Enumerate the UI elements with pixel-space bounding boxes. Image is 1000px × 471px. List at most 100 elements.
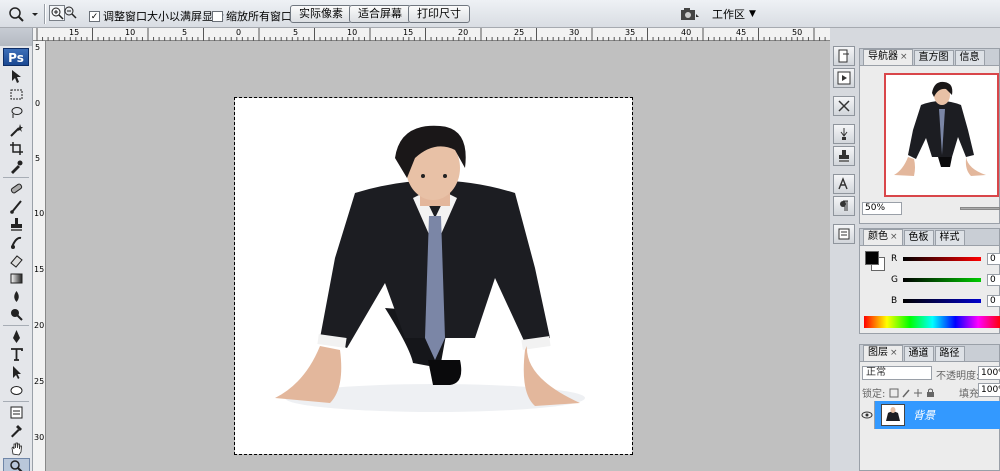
canvas-area[interactable] [46,41,830,471]
close-icon[interactable]: × [890,346,898,361]
marquee-icon [10,89,23,100]
visibility-toggle[interactable] [860,401,875,429]
brushes-panel-button[interactable] [833,124,855,144]
pen-tool[interactable] [3,328,30,345]
tab-label: 样式 [939,232,960,243]
eyedropper-icon [11,425,22,438]
close-icon[interactable]: × [900,50,908,65]
blur-tool[interactable] [3,288,30,305]
navigator-tabs: 导航器 × 直方图 信息 [860,49,999,66]
path-select-tool[interactable] [3,364,30,381]
zoom-tool[interactable] [3,458,30,471]
shape-tool[interactable] [3,382,30,399]
lasso-icon [11,107,23,118]
zoom-slider[interactable] [960,207,1000,210]
history-panel-button[interactable] [833,46,855,66]
gradient-tool[interactable] [3,270,30,287]
clone-stamp-tool[interactable] [3,216,30,233]
checkbox-box[interactable]: ✓ [89,10,100,22]
move-tool[interactable] [3,68,30,85]
ruler-label: 15 [69,28,80,37]
hand-tool[interactable] [3,440,30,457]
slice-tool[interactable] [3,158,30,175]
zoom-icon [10,460,23,471]
crop-tool[interactable] [3,140,30,157]
fit-window-label: 调整窗口大小以满屏显示 [103,10,224,23]
brush-icon [840,128,848,140]
navigator-preview[interactable] [884,73,999,197]
vertical-ruler[interactable]: 5 0 5 10 15 20 25 30 [33,41,46,471]
opacity-field[interactable]: 100% [978,366,1000,380]
panel-grip[interactable] [0,28,32,46]
clone-source-button[interactable] [833,146,855,166]
fill-field[interactable]: 100% [978,383,1000,397]
type-tool[interactable] [3,346,30,363]
tab-channels[interactable]: 通道 [903,346,934,361]
print-size-button[interactable]: 打印尺寸 [408,5,470,23]
paragraph-panel-button[interactable] [833,196,855,216]
fit-screen-button[interactable]: 适合屏幕 [349,5,411,23]
green-slider[interactable] [903,278,981,282]
red-slider[interactable] [903,257,981,261]
notes-tool[interactable] [3,404,30,421]
color-spectrum[interactable] [864,316,1000,328]
tab-label: 图层 [868,347,888,358]
ruler-label: 40 [681,28,692,37]
stamp-icon [11,218,22,231]
red-channel-row: R 0 [891,253,1000,265]
character-panel-button[interactable] [833,174,855,194]
foreground-color-swatch[interactable] [865,251,879,265]
horizontal-ruler[interactable]: 15 10 5 0 5 10 15 20 25 30 35 40 45 50 [33,28,830,41]
ruler-label: 25 [34,377,45,386]
layer-name[interactable]: 背景 [913,407,935,423]
actual-pixels-button[interactable]: 实际像素 [290,5,352,23]
close-icon[interactable]: × [890,230,898,245]
tab-styles[interactable]: 样式 [934,230,965,245]
layer-row-background[interactable]: 背景 [860,401,1000,429]
ruler-ticks [36,28,826,41]
brush-tool[interactable] [3,198,30,215]
eyedropper-tool[interactable] [3,422,30,439]
tool-panel: Ps [0,28,33,471]
checkbox-box[interactable] [212,10,223,22]
actions-panel-button[interactable] [833,68,855,88]
zoom-out-button[interactable] [63,5,79,21]
zoom-all-windows-checkbox[interactable]: 缩放所有窗口 [212,8,292,24]
ruler-label: 15 [34,265,45,274]
tab-info[interactable]: 信息 [954,50,985,65]
tab-label: 信息 [959,52,980,63]
history-brush-tool[interactable] [3,234,30,251]
quick-select-tool[interactable] [3,122,30,139]
zoom-tool-preset-picker[interactable] [6,5,40,23]
tool-presets-button[interactable] [833,96,855,116]
document-canvas[interactable] [234,97,633,455]
channel-label: B [891,296,898,306]
blue-slider[interactable] [903,299,981,303]
separator [44,4,45,24]
dodge-tool[interactable] [3,306,30,323]
blend-mode-select[interactable]: 正常 [862,366,932,380]
tab-color[interactable]: 颜色 × [863,229,903,245]
tab-histogram[interactable]: 直方图 [913,50,954,65]
layer-comps-button[interactable] [833,224,855,244]
marquee-tool[interactable] [3,86,30,103]
ps-logo[interactable]: Ps [3,48,29,66]
tab-swatches[interactable]: 色板 [903,230,934,245]
fit-window-checkbox[interactable]: ✓ 调整窗口大小以满屏显示 [89,8,224,24]
play-icon [837,71,851,85]
lock-icons[interactable] [889,388,935,398]
lasso-tool[interactable] [3,104,30,121]
red-value-field[interactable]: 0 [987,253,1000,265]
zoom-value-field[interactable]: 50% [862,202,902,215]
tab-layers[interactable]: 图层 × [863,345,903,361]
channel-label: G [891,275,898,285]
workspace-menu[interactable]: 工作区 ▼ [712,6,756,22]
healing-brush-tool[interactable] [3,180,30,197]
workspace-icon[interactable] [680,6,700,22]
layer-thumbnail-image [886,407,900,421]
eraser-tool[interactable] [3,252,30,269]
tab-paths[interactable]: 路径 [934,346,965,361]
tab-navigator[interactable]: 导航器 × [863,49,913,65]
green-value-field[interactable]: 0 [987,274,1000,286]
blue-value-field[interactable]: 0 [987,295,1000,307]
